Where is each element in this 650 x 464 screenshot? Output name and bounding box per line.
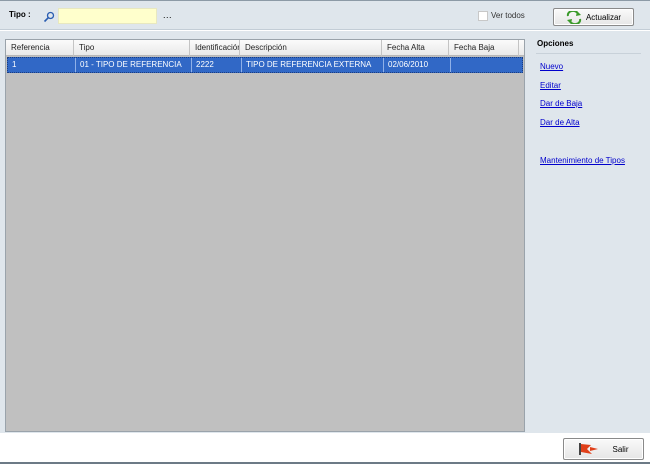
filter-bar: Tipo : ... Ver todos Actualizar xyxy=(0,1,650,30)
cell-fecha-baja xyxy=(451,58,521,72)
mantenimiento-de-tipos-link[interactable]: Mantenimiento de Tipos xyxy=(540,156,625,165)
column-header-identificacion[interactable]: Identificación xyxy=(190,40,240,56)
dar-de-alta-link[interactable]: Dar de Alta xyxy=(540,118,580,127)
dar-de-baja-link[interactable]: Dar de Baja xyxy=(540,99,582,108)
tipo-browse-button[interactable]: ... xyxy=(163,10,172,20)
opciones-divider xyxy=(536,53,641,54)
nuevo-link[interactable]: Nuevo xyxy=(540,62,563,71)
tipo-input[interactable] xyxy=(58,8,157,24)
editar-link[interactable]: Editar xyxy=(540,81,561,90)
ver-todos-label: Ver todos xyxy=(491,11,525,20)
column-header-fecha-baja[interactable]: Fecha Baja xyxy=(449,40,519,56)
cell-referencia: 1 xyxy=(8,58,76,72)
table-row[interactable]: 1 01 - TIPO DE REFERENCIA 2222 TIPO DE R… xyxy=(7,57,523,73)
tipo-label: Tipo : xyxy=(9,10,31,19)
cell-fecha-alta: 02/06/2010 xyxy=(384,58,451,72)
actualizar-label: Actualizar xyxy=(585,12,622,22)
salir-button[interactable]: Salir xyxy=(563,438,644,460)
actualizar-button[interactable]: Actualizar xyxy=(553,8,634,26)
cell-tipo: 01 - TIPO DE REFERENCIA xyxy=(76,58,192,72)
exit-icon xyxy=(579,443,599,455)
salir-label: Salir xyxy=(612,444,629,454)
cell-descripcion: TIPO DE REFERENCIA EXTERNA xyxy=(242,58,384,72)
search-icon[interactable] xyxy=(43,11,55,23)
cell-identificacion: 2222 xyxy=(192,58,242,72)
results-grid[interactable]: Referencia Tipo Identificación Descripci… xyxy=(5,39,525,432)
opciones-panel: Opciones Nuevo Editar Dar de Baja Dar de… xyxy=(533,35,643,432)
grid-header: Referencia Tipo Identificación Descripci… xyxy=(6,40,524,56)
column-header-tipo[interactable]: Tipo xyxy=(74,40,190,56)
column-header-descripcion[interactable]: Descripción xyxy=(240,40,382,56)
opciones-title: Opciones xyxy=(537,39,574,48)
refresh-icon xyxy=(566,10,582,24)
column-header-referencia[interactable]: Referencia xyxy=(6,40,74,56)
ver-todos-checkbox[interactable] xyxy=(478,11,488,21)
column-header-fecha-alta[interactable]: Fecha Alta xyxy=(382,40,449,56)
